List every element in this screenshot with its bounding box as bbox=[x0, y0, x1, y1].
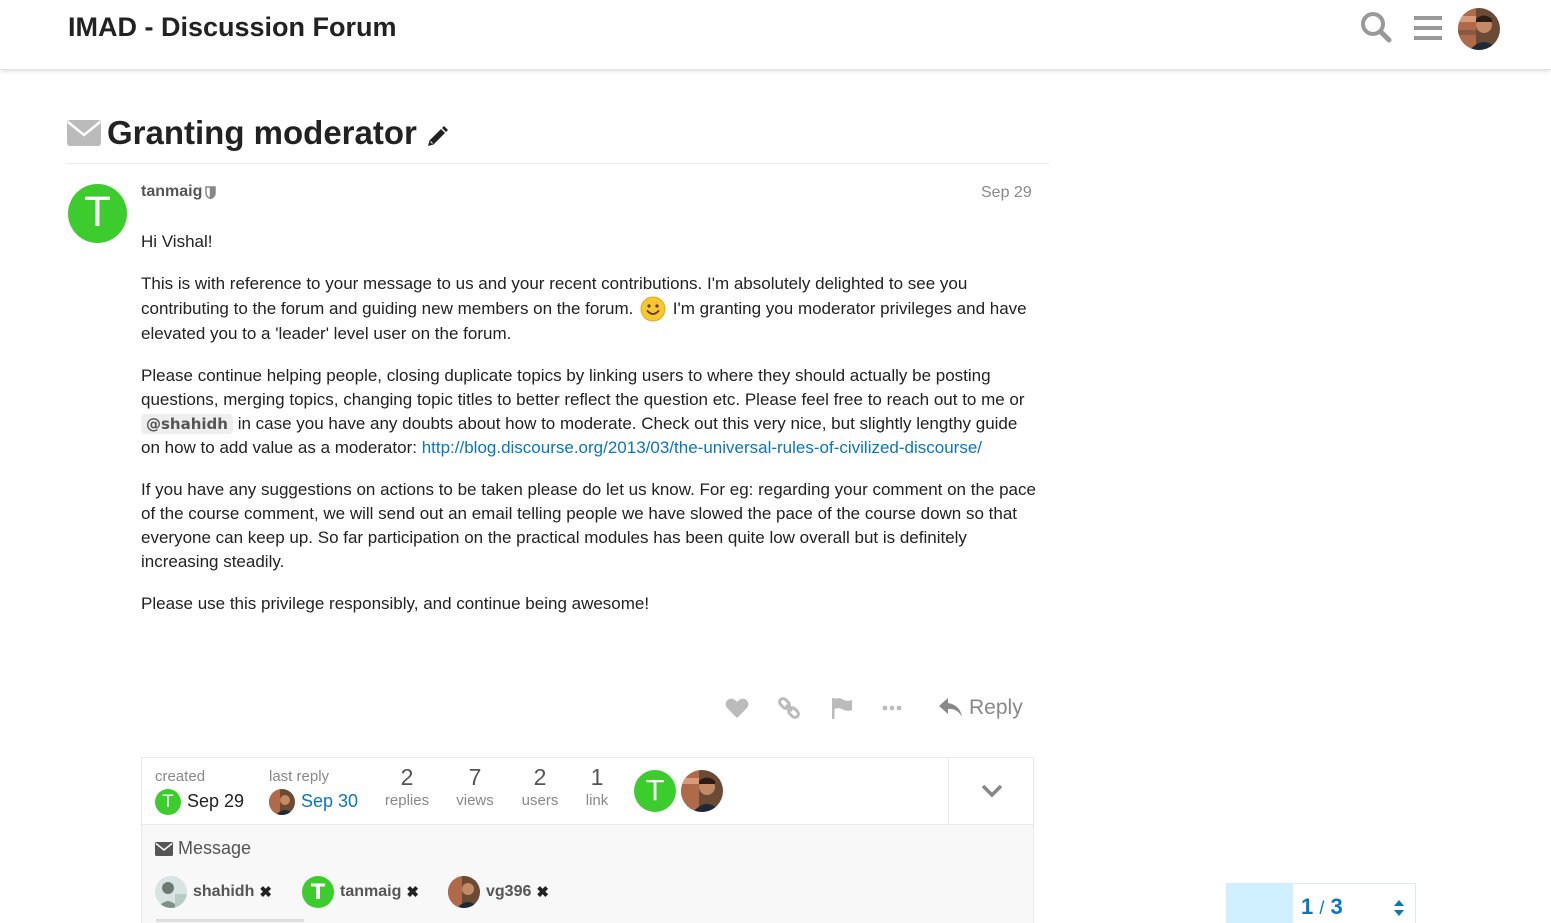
guide-link[interactable]: http://blog.discourse.org/2013/03/the-un… bbox=[422, 438, 982, 457]
topic-timeline[interactable]: 1 / 3 bbox=[1226, 883, 1416, 923]
participant-avatar-shahidh[interactable] bbox=[155, 876, 187, 908]
stat-users-num: 2 bbox=[533, 764, 547, 790]
post-username-text[interactable]: tanmaig bbox=[141, 183, 202, 201]
participant-vg396[interactable]: vg396 ✖ bbox=[448, 876, 549, 908]
stat-users: 2 users bbox=[515, 763, 565, 811]
stat-replies-num: 2 bbox=[400, 764, 414, 790]
timeline-handle[interactable] bbox=[1227, 884, 1293, 923]
remove-participant-shahidh[interactable]: ✖ bbox=[259, 883, 272, 901]
last-reply-date[interactable]: Sep 30 bbox=[301, 791, 358, 812]
timeline-position[interactable]: 1 / 3 bbox=[1301, 894, 1343, 920]
scroll-indicator bbox=[156, 919, 304, 922]
mention-shahidh[interactable]: @shahidh bbox=[141, 414, 233, 434]
created-date[interactable]: Sep 29 bbox=[187, 791, 244, 812]
post-paragraph-2: Please continue helping people, closing … bbox=[141, 364, 1036, 460]
post-author-avatar[interactable]: T bbox=[68, 184, 127, 243]
created-label: created bbox=[155, 768, 206, 785]
title-divider bbox=[67, 163, 1049, 164]
envelope-small-icon bbox=[155, 841, 173, 856]
participant-avatar-tanmaig[interactable]: T bbox=[302, 876, 334, 908]
smile-emoji-icon bbox=[640, 296, 666, 322]
stat-replies-label: replies bbox=[384, 792, 430, 809]
participant-tanmaig[interactable]: T tanmaig ✖ bbox=[302, 876, 419, 908]
shield-icon bbox=[205, 185, 217, 199]
post-date[interactable]: Sep 29 bbox=[981, 184, 1032, 202]
timeline-total: 3 bbox=[1330, 894, 1343, 919]
message-section-label: Message bbox=[155, 838, 251, 859]
poster-avatar-tanmaig[interactable]: T bbox=[634, 770, 676, 812]
search-icon[interactable] bbox=[1360, 11, 1392, 43]
stat-views: 7 views bbox=[450, 763, 500, 811]
p2-text-a: Please continue helping people, closing … bbox=[141, 366, 1025, 409]
sort-updown-icon[interactable] bbox=[1393, 899, 1405, 917]
reply-button[interactable]: Reply bbox=[938, 692, 1023, 724]
stat-views-num: 7 bbox=[468, 764, 482, 790]
chevron-down-icon bbox=[981, 784, 1003, 798]
site-title[interactable]: IMAD - Discussion Forum bbox=[68, 12, 397, 43]
remove-participant-vg396[interactable]: ✖ bbox=[536, 883, 549, 901]
stat-replies: 2 replies bbox=[382, 763, 432, 811]
last-reply-avatar[interactable] bbox=[269, 789, 295, 815]
current-user-avatar[interactable] bbox=[1458, 8, 1500, 50]
created-avatar[interactable]: T bbox=[155, 789, 181, 815]
poster-avatar-vg396[interactable] bbox=[681, 770, 723, 812]
stat-users-label: users bbox=[521, 792, 559, 809]
share-link-icon[interactable] bbox=[776, 695, 802, 721]
participant-name-shahidh[interactable]: shahidh bbox=[193, 883, 254, 901]
post-author-username[interactable]: tanmaig bbox=[141, 183, 217, 201]
reply-label: Reply bbox=[969, 696, 1023, 719]
topic-title[interactable]: Granting moderator bbox=[107, 114, 417, 152]
participant-name-tanmaig[interactable]: tanmaig bbox=[340, 883, 401, 901]
post-paragraph-1: This is with reference to your message t… bbox=[141, 272, 1036, 346]
stat-views-label: views bbox=[456, 792, 494, 809]
reply-arrow-icon bbox=[939, 698, 962, 717]
topic-map-summary: created T Sep 29 last reply Sep 30 2 rep… bbox=[142, 758, 1033, 825]
participant-avatar-vg396[interactable] bbox=[448, 876, 480, 908]
stat-links[interactable]: 1 link bbox=[579, 763, 615, 811]
topic-map: created T Sep 29 last reply Sep 30 2 rep… bbox=[141, 757, 1034, 923]
post-body: Hi Vishal! This is with reference to you… bbox=[141, 230, 1036, 634]
like-heart-icon[interactable] bbox=[724, 695, 750, 721]
message-label-text: Message bbox=[178, 838, 252, 858]
participant-shahidh[interactable]: shahidh ✖ bbox=[155, 876, 272, 908]
post-paragraph-4: Please use this privilege responsibly, a… bbox=[141, 594, 650, 613]
post-paragraph-3: If you have any suggestions on actions t… bbox=[141, 480, 1036, 571]
hamburger-menu-icon[interactable] bbox=[1412, 12, 1444, 44]
expand-topic-map[interactable] bbox=[948, 758, 1033, 825]
pencil-edit-icon[interactable] bbox=[425, 125, 449, 149]
flag-icon[interactable] bbox=[829, 695, 855, 721]
envelope-icon bbox=[67, 120, 101, 146]
topic-title-row: Granting moderator bbox=[67, 110, 449, 156]
participant-name-vg396[interactable]: vg396 bbox=[486, 883, 531, 901]
last-reply-label: last reply bbox=[269, 768, 330, 785]
stat-links-label: link bbox=[585, 792, 609, 809]
timeline-separator: / bbox=[1319, 898, 1325, 918]
timeline-current: 1 bbox=[1301, 894, 1314, 919]
remove-participant-tanmaig[interactable]: ✖ bbox=[406, 883, 419, 901]
stat-links-num: 1 bbox=[590, 764, 604, 790]
more-options-icon[interactable] bbox=[879, 695, 905, 721]
site-header: IMAD - Discussion Forum bbox=[0, 0, 1551, 70]
post-greeting: Hi Vishal! bbox=[141, 232, 213, 251]
